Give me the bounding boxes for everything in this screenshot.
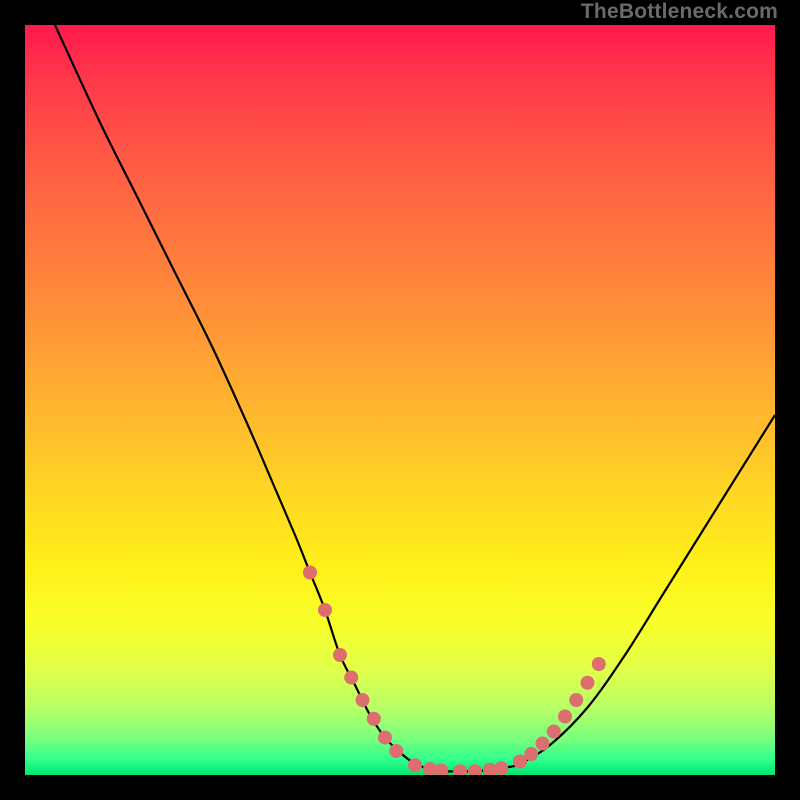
chart-frame: TheBottleneck.com: [0, 0, 800, 800]
watermark-text: TheBottleneck.com: [581, 0, 778, 24]
highlight-dot: [434, 764, 448, 776]
highlight-dot: [378, 731, 392, 745]
highlight-dot: [592, 657, 606, 671]
highlight-dot: [356, 693, 370, 707]
highlight-dot: [333, 648, 347, 662]
highlight-dot: [494, 761, 508, 775]
highlight-dot: [453, 764, 467, 775]
highlight-dot: [569, 693, 583, 707]
highlight-dot: [367, 712, 381, 726]
highlight-dot: [344, 671, 358, 685]
highlight-dots: [303, 566, 606, 776]
highlight-dot: [303, 566, 317, 580]
highlight-dot: [536, 737, 550, 751]
highlight-dot: [318, 603, 332, 617]
bottleneck-curve-path: [55, 25, 775, 771]
highlight-dot: [524, 747, 538, 761]
highlight-dot: [581, 676, 595, 690]
highlight-dot: [547, 725, 561, 739]
highlight-dot: [558, 710, 572, 724]
highlight-dot: [389, 744, 403, 758]
bottleneck-curve-svg: [25, 25, 775, 775]
highlight-dot: [468, 764, 482, 775]
highlight-dot: [408, 758, 422, 772]
